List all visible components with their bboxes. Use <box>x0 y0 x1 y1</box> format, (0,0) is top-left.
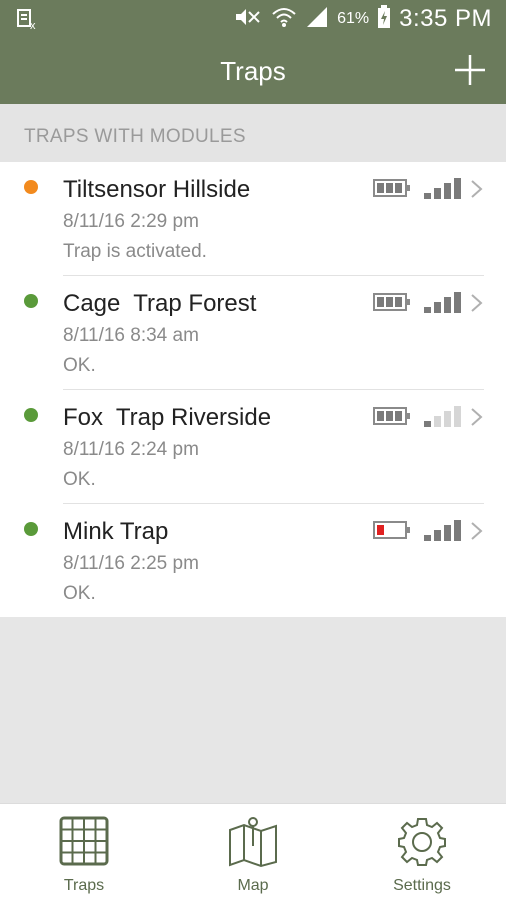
battery-icon <box>373 407 411 430</box>
signal-icon <box>424 403 462 432</box>
trap-message: Trap is activated. <box>63 241 207 262</box>
trap-name: Tiltsensor Hillside <box>63 176 251 203</box>
trap-message: OK. <box>63 469 96 490</box>
app-bar: Traps <box>0 38 506 104</box>
chevron-right-icon <box>470 521 484 546</box>
trap-list: Tiltsensor Hillside 8/11/16 2:29 pm Trap i… <box>0 162 506 617</box>
chevron-right-icon <box>470 179 484 204</box>
chevron-right-icon <box>470 293 484 318</box>
nav-map-label: Map <box>237 877 269 894</box>
status-dot <box>24 294 38 308</box>
trap-date: 8/11/16 8:34 am <box>63 325 199 346</box>
battery-charging-icon <box>377 4 391 34</box>
status-dot <box>24 180 38 194</box>
battery-icon <box>373 521 411 544</box>
mute-icon <box>233 6 263 33</box>
grid-icon <box>59 816 109 871</box>
nav-traps[interactable]: Traps <box>0 804 168 900</box>
list-item[interactable]: Mink Trap 8/11/16 2:25 pm OK. <box>0 504 506 618</box>
section-header: TRAPS WITH MODULES <box>0 104 506 162</box>
clock: 3:35 PM <box>399 5 492 32</box>
status-dot <box>24 522 38 536</box>
plus-icon <box>455 55 485 85</box>
signal-icon <box>424 175 462 204</box>
bottom-nav: Traps Map Settings <box>0 803 506 900</box>
section-title: TRAPS WITH MODULES <box>24 126 246 147</box>
trap-date: 8/11/16 2:25 pm <box>63 553 199 574</box>
cell-signal-icon <box>305 6 329 33</box>
nav-settings-label: Settings <box>393 877 451 894</box>
list-item[interactable]: Cage Trap Forest 8/11/16 8:34 am OK. <box>0 276 506 390</box>
wifi-icon <box>271 6 297 33</box>
trap-message: OK. <box>63 583 96 604</box>
status-indicators: 61% 3:35 PM <box>233 4 492 34</box>
trap-date: 8/11/16 2:24 pm <box>63 439 199 460</box>
list-item[interactable]: Tiltsensor Hillside 8/11/16 2:29 pm Trap i… <box>0 162 506 276</box>
status-dot <box>24 408 38 422</box>
signal-icon <box>424 289 462 318</box>
trap-name: Cage Trap Forest <box>63 290 257 317</box>
chevron-right-icon <box>470 407 484 432</box>
battery-icon <box>373 293 411 316</box>
add-trap-button[interactable] <box>452 52 488 88</box>
nav-traps-label: Traps <box>63 877 105 894</box>
svg-text:x: x <box>30 20 36 30</box>
trap-name: Mink Trap <box>63 518 169 545</box>
battery-icon <box>373 179 411 202</box>
nav-settings[interactable]: Settings <box>338 804 506 900</box>
signal-icon <box>424 517 462 546</box>
battery-percent: 61% <box>337 10 370 27</box>
notification-icon: x <box>16 8 40 35</box>
list-item[interactable]: Fox Trap Riverside 8/11/16 2:24 pm OK. <box>0 390 506 504</box>
gear-icon <box>396 816 448 873</box>
status-bar: x 61% 3:35 PM <box>0 0 506 38</box>
trap-date: 8/11/16 2:29 pm <box>63 211 199 232</box>
trap-name: Fox Trap Riverside <box>63 404 272 431</box>
map-icon <box>227 816 279 873</box>
nav-map[interactable]: Map <box>169 804 337 900</box>
page-title: Traps <box>220 56 286 86</box>
trap-message: OK. <box>63 355 96 376</box>
